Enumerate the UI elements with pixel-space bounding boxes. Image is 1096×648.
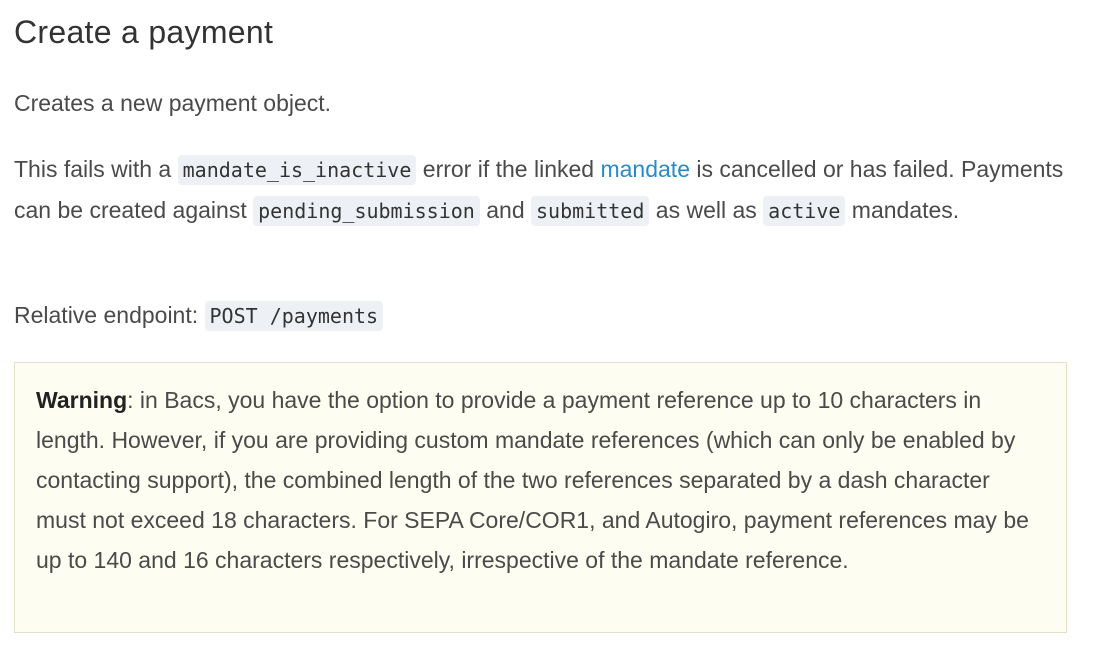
- inline-code-active: active: [763, 196, 846, 226]
- inline-code-pending-submission: pending_submission: [253, 196, 480, 226]
- description-paragraph: This fails with a mandate_is_inactive er…: [14, 149, 1084, 231]
- mandate-link[interactable]: mandate: [600, 156, 690, 182]
- endpoint-code: POST /payments: [204, 301, 384, 331]
- description-text: and: [479, 197, 532, 223]
- description-text: as well as: [649, 197, 764, 223]
- warning-label: Warning: [36, 387, 128, 413]
- inline-code-mandate-is-inactive: mandate_is_inactive: [177, 155, 417, 185]
- warning-box: Warning: in Bacs, you have the option to…: [14, 362, 1067, 633]
- endpoint-label: Relative endpoint:: [14, 302, 205, 328]
- inline-code-submitted: submitted: [531, 196, 650, 226]
- intro-paragraph: Creates a new payment object.: [14, 90, 332, 116]
- description-text: mandates.: [845, 197, 960, 223]
- description-text: error if the linked: [416, 156, 601, 182]
- description-text: This fails with a: [14, 156, 178, 182]
- page-title: Create a payment: [14, 14, 274, 50]
- warning-text: : in Bacs, you have the option to provid…: [36, 387, 1029, 573]
- doc-page: Create a payment Creates a new payment o…: [0, 0, 1096, 648]
- endpoint-paragraph: Relative endpoint: POST /payments: [14, 295, 384, 336]
